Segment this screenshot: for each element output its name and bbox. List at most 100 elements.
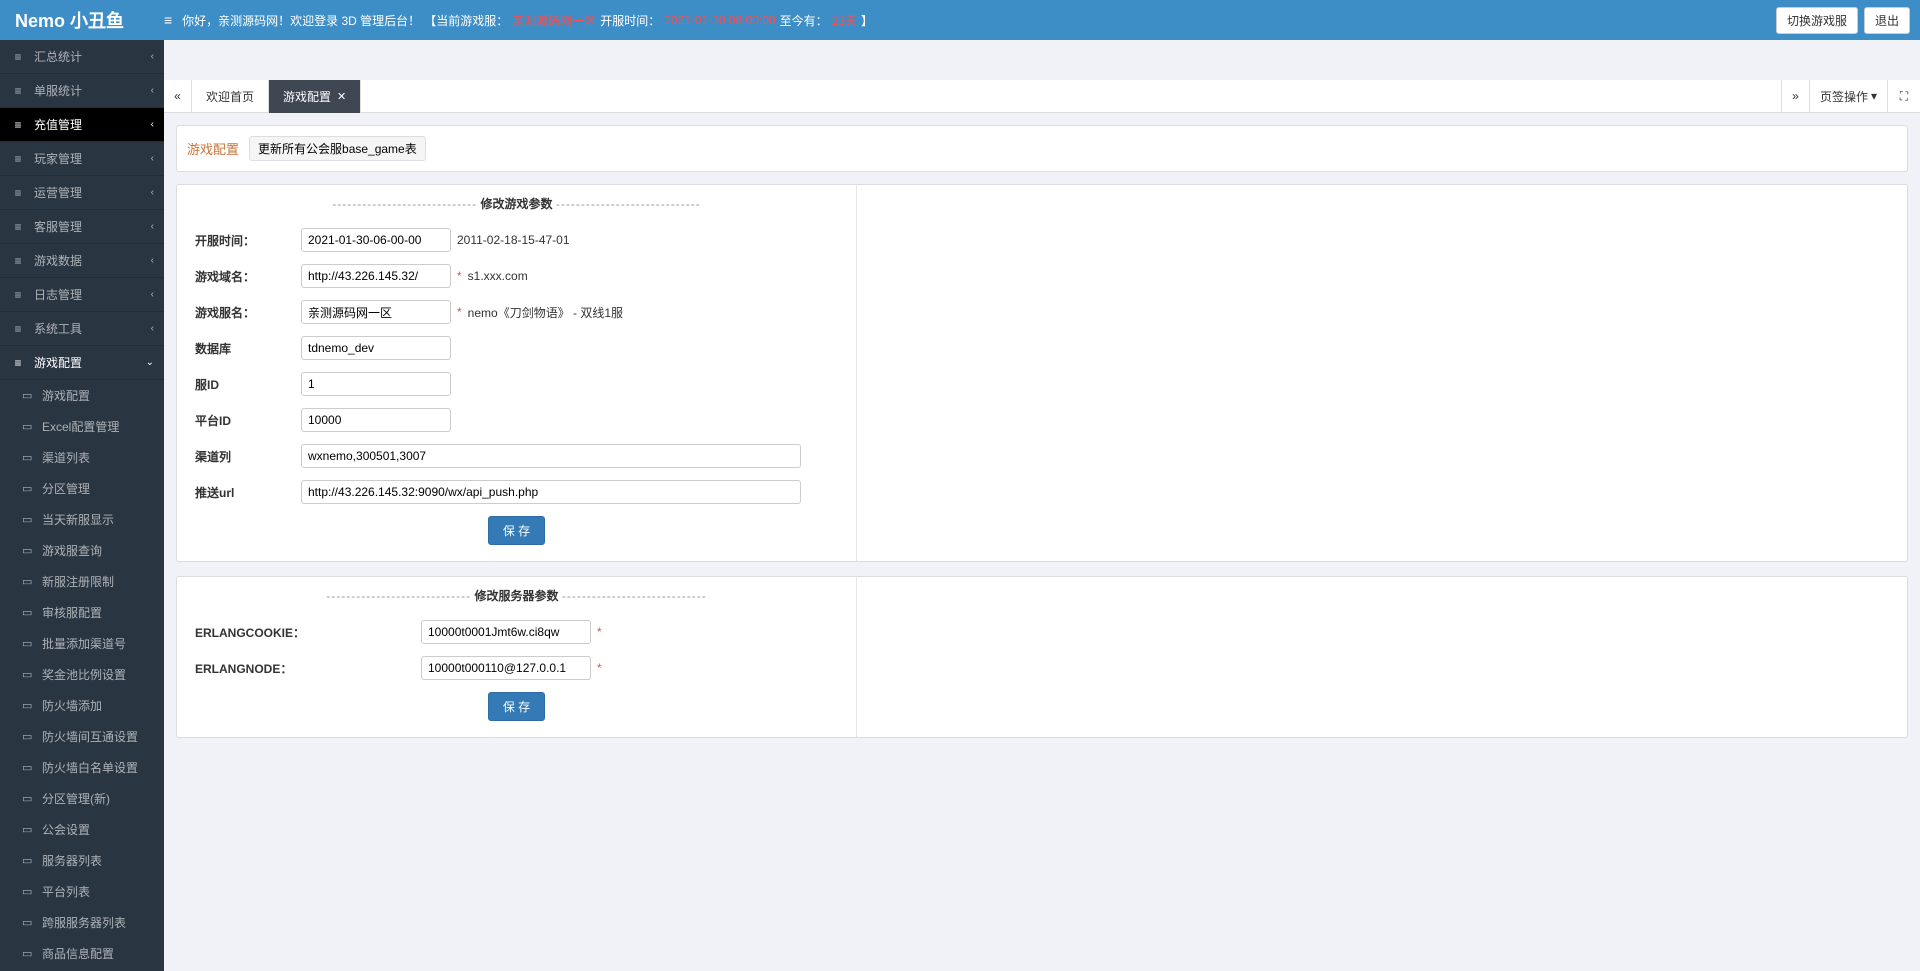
sidebar-sub-batchchannel[interactable]: ▭批量添加渠道号: [0, 628, 164, 659]
opentime-input[interactable]: [301, 228, 451, 252]
file-icon: ▭: [22, 544, 36, 557]
tabs-scroll-left[interactable]: «: [164, 80, 192, 113]
server-params-form: ----------------------------- 修改服务器参数 --…: [177, 577, 857, 737]
sidebar-sub-gameconfig[interactable]: ▭游戏配置: [0, 380, 164, 411]
label-erlcookie: ERLANGCOOKIE：: [191, 624, 421, 641]
serverid-input[interactable]: [301, 372, 451, 396]
chevron-down-icon: ⌄: [146, 357, 154, 368]
sidebar-sub-bonus[interactable]: ▭奖金池比例设置: [0, 659, 164, 690]
sidebar-sub-serverlist[interactable]: ▭服务器列表: [0, 845, 164, 876]
game-params-section: ----------------------------- 修改游戏参数 ---…: [176, 184, 1908, 562]
tabs-scroll-right[interactable]: »: [1781, 80, 1809, 113]
channels-input[interactable]: [301, 444, 801, 468]
tab-label: 欢迎首页: [206, 88, 254, 105]
sidebar-sub-reglimit[interactable]: ▭ 新服注册限制: [0, 566, 164, 597]
open-time-value: 2021-01-30 08:00:00: [664, 13, 775, 27]
chevron-left-icon: ‹: [151, 255, 154, 266]
chevron-left-icon: ‹: [151, 119, 154, 130]
sidebar-sub-crosslist[interactable]: ▭跨服服务器列表: [0, 907, 164, 938]
sidebar-sub-fwwhitelist[interactable]: ▭防火墙白名单设置: [0, 752, 164, 783]
sidebar-sub-label: 公会设置: [42, 821, 90, 838]
sidebar-sub-audit[interactable]: ▭审核服配置: [0, 597, 164, 628]
sidebar: ≡ 汇总统计 ‹ ≡单服统计‹ ≡充值管理‹ ≡玩家管理‹ ≡运营管理‹ ≡客服管理…: [0, 40, 164, 971]
sidebar-sub-label: 批量添加渠道号: [42, 635, 126, 652]
sidebar-sub-product[interactable]: ▭商品信息配置: [0, 938, 164, 969]
greeting-text: 你好，亲测源码网！欢迎登录 3D 管理后台！: [182, 12, 420, 29]
servername-input[interactable]: [301, 300, 451, 324]
sidebar-item-recharge[interactable]: ≡充值管理‹: [0, 108, 164, 142]
sidebar-item-cs[interactable]: ≡客服管理‹: [0, 210, 164, 244]
file-icon: ▭: [22, 792, 36, 805]
save-game-button[interactable]: 保 存: [488, 516, 545, 545]
sidebar-item-single[interactable]: ≡单服统计‹: [0, 74, 164, 108]
header: Nemo 小丑鱼 ≡ 你好，亲测源码网！欢迎登录 3D 管理后台！ 【当前游戏服…: [0, 0, 1920, 40]
file-icon: ▭: [22, 389, 36, 402]
sidebar-sub-fwinterop[interactable]: ▭防火墙间互通设置: [0, 721, 164, 752]
sidebar-sub-partition[interactable]: ▭分区管理: [0, 473, 164, 504]
sidebar-item-summary[interactable]: ≡汇总统计‹: [0, 40, 164, 74]
tab-home[interactable]: 欢迎首页: [192, 80, 269, 113]
update-guild-basegame-button[interactable]: 更新所有公会服base_game表: [249, 136, 426, 161]
pushurl-input[interactable]: [301, 480, 801, 504]
sidebar-sub-fwadd[interactable]: ▭防火墙添加: [0, 690, 164, 721]
sidebar-sub-gamequery[interactable]: ▭游戏服查询: [0, 535, 164, 566]
sidebar-item-tools[interactable]: ≡系统工具‹: [0, 312, 164, 346]
sidebar-sub-channel[interactable]: ▭ 渠道列表: [0, 442, 164, 473]
sidebar-sub-partitionnew[interactable]: ▭分区管理(新): [0, 783, 164, 814]
label-opentime: 开服时间：: [191, 232, 301, 249]
game-params-spare: [857, 185, 1907, 561]
bars-icon: ≡: [10, 220, 26, 234]
tabs-operations[interactable]: 页签操作▾: [1809, 80, 1887, 113]
sidebar-sub-excel[interactable]: ▭Excel配置管理: [0, 411, 164, 442]
erlcookie-input[interactable]: [421, 620, 591, 644]
sidebar-item-label: 游戏数据: [34, 252, 151, 269]
bars-icon: ≡: [10, 84, 26, 98]
bars-icon: ≡: [10, 152, 26, 166]
sidebar-item-log[interactable]: ≡日志管理‹: [0, 278, 164, 312]
platid-input[interactable]: [301, 408, 451, 432]
sidebar-sub-label: 分区管理: [42, 480, 90, 497]
switch-server-button[interactable]: 切换游戏服: [1776, 7, 1858, 34]
game-params-form: ----------------------------- 修改游戏参数 ---…: [177, 185, 857, 561]
sidebar-item-operate[interactable]: ≡运营管理‹: [0, 176, 164, 210]
chevron-left-icon: ‹: [151, 187, 154, 198]
header-message: ≡ 你好，亲测源码网！欢迎登录 3D 管理后台！ 【当前游戏服： 亲测源码网一区…: [164, 12, 1770, 29]
sidebar-sub-platlist[interactable]: ▭平台列表: [0, 876, 164, 907]
bars-icon: ≡: [10, 322, 26, 336]
sidebar-sub-todaynew[interactable]: ▭当天新服显示: [0, 504, 164, 535]
sidebar-sub-label: 防火墙间互通设置: [42, 728, 138, 745]
tab-gameconfig[interactable]: 游戏配置✕: [269, 80, 361, 113]
logout-button[interactable]: 退出: [1864, 7, 1910, 34]
sidebar-sub-label: 奖金池比例设置: [42, 666, 126, 683]
chevron-left-icon: ‹: [151, 153, 154, 164]
sidebar-sub-label: 渠道列表: [42, 449, 90, 466]
server-params-section: ----------------------------- 修改服务器参数 --…: [176, 576, 1908, 738]
sidebar-sub-label: 新服注册限制: [42, 573, 114, 590]
sidebar-item-gamedata[interactable]: ≡ 游戏数据‹: [0, 244, 164, 278]
sidebar-sub-guild[interactable]: ▭公会设置: [0, 814, 164, 845]
label-domain: 游戏域名：: [191, 268, 301, 285]
sidebar-item-player[interactable]: ≡玩家管理‹: [0, 142, 164, 176]
file-icon: ▭: [22, 451, 36, 464]
file-icon: ▭: [22, 575, 36, 588]
bars-icon: ≡: [10, 254, 26, 268]
close-icon[interactable]: ✕: [337, 90, 346, 103]
required-star: *: [457, 269, 462, 283]
sidebar-item-label: 游戏配置: [34, 354, 146, 371]
save-server-button[interactable]: 保 存: [488, 692, 545, 721]
days-value: 23天: [832, 12, 857, 29]
erlnode-input[interactable]: [421, 656, 591, 680]
bars-icon: ≡: [10, 50, 26, 64]
current-server-name: 亲测源码网一区: [512, 12, 596, 29]
bars-icon: ≡: [10, 356, 26, 370]
sidebar-item-label: 汇总统计: [34, 48, 151, 65]
bars-icon[interactable]: ≡: [164, 12, 172, 28]
db-input[interactable]: [301, 336, 451, 360]
open-time-label: 开服时间：: [600, 12, 660, 29]
section-title: ----------------------------- 修改服务器参数 --…: [191, 587, 842, 604]
content: 游戏配置 更新所有公会服base_game表 -----------------…: [164, 113, 1920, 764]
fullscreen-button[interactable]: ⛶: [1887, 80, 1920, 113]
domain-input[interactable]: [301, 264, 451, 288]
sidebar-item-gameconfig[interactable]: ≡ 游戏配置⌄: [0, 346, 164, 380]
sidebar-sub-label: 审核服配置: [42, 604, 102, 621]
